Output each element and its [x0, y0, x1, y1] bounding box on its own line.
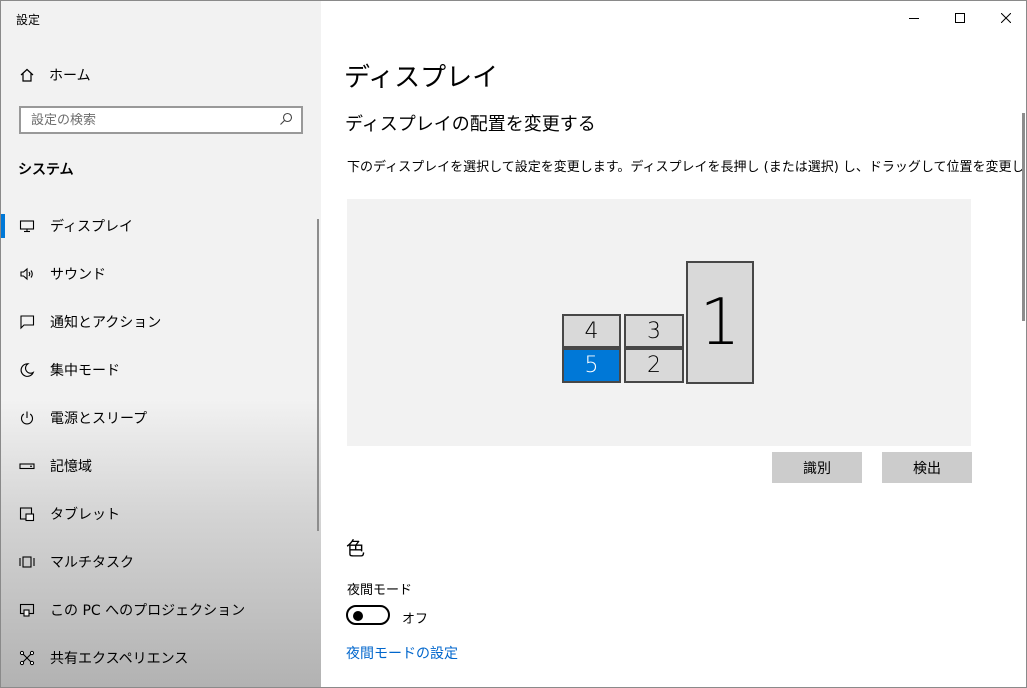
tablet-icon [19, 506, 35, 522]
page-title: ディスプレイ [344, 63, 499, 93]
sidebar-item-power-sleep[interactable]: 電源とスリープ [1, 394, 317, 442]
sidebar-item-label: 共有エクスペリエンス [50, 651, 189, 667]
sidebar-item-label: 記憶域 [50, 459, 92, 475]
sidebar-item-label: 集中モード [50, 363, 120, 379]
sidebar-item-label: この PC へのプロジェクション [50, 603, 246, 619]
minimize-button[interactable] [891, 1, 937, 33]
night-light-settings-link[interactable]: 夜間モードの設定 [346, 643, 458, 663]
night-light-toggle[interactable] [346, 605, 390, 625]
home-icon [19, 67, 35, 83]
search-box[interactable] [19, 106, 303, 134]
monitor-2[interactable]: 2 [624, 348, 684, 383]
sidebar-nav: ディスプレイ サウンド 通知とアクション 集中モード 電源とスリープ 記憶域 タ… [1, 202, 317, 682]
arrangement-description: 下のディスプレイを選択して設定を変更します。ディスプレイを長押し (または選択)… [347, 160, 1027, 175]
detect-button[interactable]: 検出 [882, 452, 972, 483]
main-scrollbar[interactable] [1022, 113, 1025, 321]
monitor-5[interactable]: 5 [562, 348, 621, 383]
sidebar-item-storage[interactable]: 記憶域 [1, 442, 317, 490]
close-button[interactable] [983, 1, 1026, 33]
sidebar-item-label: タブレット [50, 507, 120, 523]
minimize-icon [909, 8, 919, 27]
section-title: システム [18, 162, 74, 178]
power-icon [19, 410, 35, 426]
storage-icon [19, 458, 35, 474]
monitor-4[interactable]: 4 [562, 314, 621, 348]
search-input[interactable] [31, 112, 271, 128]
display-arrangement-area[interactable]: 4 5 3 2 1 [347, 199, 971, 446]
maximize-button[interactable] [937, 1, 983, 33]
projection-icon [19, 602, 35, 618]
sidebar-item-shared-experiences[interactable]: 共有エクスペリエンス [1, 634, 317, 682]
search-icon[interactable] [279, 111, 293, 130]
night-light-state: オフ [402, 612, 429, 627]
sidebar-item-label: マルチタスク [50, 555, 134, 571]
app-title: 設定 [16, 13, 41, 27]
monitor-3[interactable]: 3 [624, 314, 684, 348]
window-controls [891, 1, 1026, 33]
close-icon [1000, 8, 1012, 27]
sidebar-item-notifications[interactable]: 通知とアクション [1, 298, 317, 346]
sidebar-item-label: ディスプレイ [50, 219, 134, 235]
monitor-1[interactable]: 1 [686, 261, 754, 384]
sidebar: 設定 ホーム システム ディスプレイ [1, 1, 321, 687]
monitor-icon [19, 218, 35, 234]
arrangement-heading: ディスプレイの配置を変更する [345, 114, 596, 135]
maximize-icon [955, 8, 965, 27]
moon-icon [19, 362, 35, 378]
sidebar-item-label: 電源とスリープ [50, 411, 148, 427]
sidebar-item-multitasking[interactable]: マルチタスク [1, 538, 317, 586]
sidebar-item-sound[interactable]: サウンド [1, 250, 317, 298]
identify-button[interactable]: 識別 [772, 452, 862, 483]
shared-icon [19, 650, 35, 666]
sidebar-item-tablet[interactable]: タブレット [1, 490, 317, 538]
speaker-icon [19, 266, 35, 282]
settings-window: 設定 ホーム システム ディスプレイ [0, 0, 1027, 688]
home-button[interactable]: ホーム [19, 64, 91, 86]
sidebar-item-projection[interactable]: この PC へのプロジェクション [1, 586, 317, 634]
night-light-label: 夜間モード [347, 583, 413, 598]
sidebar-item-label: 通知とアクション [50, 315, 162, 331]
sidebar-item-focus-assist[interactable]: 集中モード [1, 346, 317, 394]
home-label: ホーム [49, 68, 91, 84]
notification-icon [19, 314, 35, 330]
toggle-knob [353, 611, 363, 621]
color-heading: 色 [346, 538, 366, 560]
sidebar-item-label: サウンド [50, 267, 106, 283]
multitask-icon [19, 554, 35, 570]
sidebar-item-display[interactable]: ディスプレイ [1, 202, 317, 250]
sidebar-scrollbar[interactable] [317, 219, 319, 531]
